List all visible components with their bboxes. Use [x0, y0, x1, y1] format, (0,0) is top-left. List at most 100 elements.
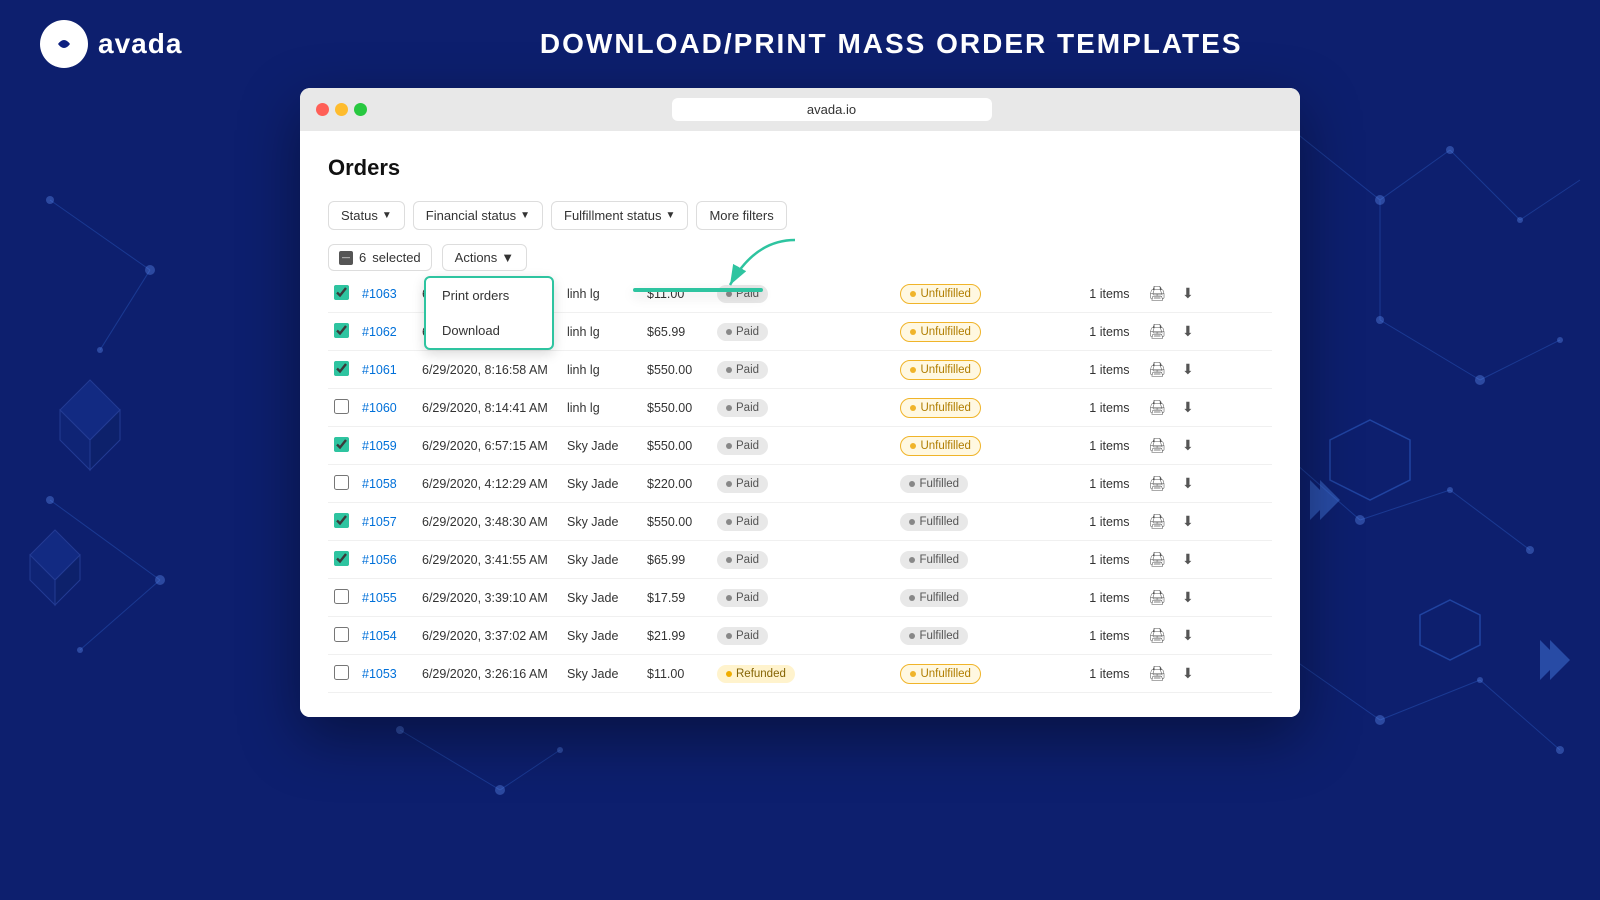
order-number[interactable]: #1062	[356, 313, 416, 351]
order-number[interactable]: #1055	[356, 579, 416, 617]
chevron-down-icon: ▼	[501, 250, 514, 265]
financial-status: Paid	[711, 389, 894, 427]
order-number[interactable]: #1060	[356, 389, 416, 427]
selected-count: 6	[359, 250, 366, 265]
order-checkbox[interactable]	[334, 437, 349, 452]
order-checkbox[interactable]	[334, 475, 349, 490]
order-number[interactable]: #1061	[356, 351, 416, 389]
print-order-button[interactable]: 🖨	[1144, 587, 1170, 608]
download-order-button[interactable]: ⬇	[1178, 511, 1198, 532]
order-amount: $11.00	[641, 655, 711, 693]
more-filters-button[interactable]: More filters	[696, 201, 786, 230]
order-checkbox[interactable]	[334, 361, 349, 376]
print-order-button[interactable]: 🖨	[1144, 397, 1170, 418]
download-item[interactable]: Download	[426, 313, 552, 348]
chevron-down-icon: ▼	[382, 210, 392, 221]
print-order-button[interactable]: 🖨	[1144, 283, 1170, 304]
row-actions: 🖨 ⬇	[1138, 503, 1272, 541]
items-count: 1 items	[1083, 465, 1138, 503]
table-row: #1056 6/29/2020, 3:41:55 AM Sky Jade $65…	[328, 541, 1272, 579]
minimize-button[interactable]	[335, 103, 348, 116]
items-count: 1 items	[1083, 427, 1138, 465]
arrow-annotation	[715, 230, 815, 300]
download-order-button[interactable]: ⬇	[1178, 587, 1198, 608]
download-order-button[interactable]: ⬇	[1178, 435, 1198, 456]
table-row: #1059 6/29/2020, 6:57:15 AM Sky Jade $55…	[328, 427, 1272, 465]
checkbox-cell	[328, 389, 356, 427]
print-orders-item[interactable]: Print orders	[426, 278, 552, 313]
items-count: 1 items	[1083, 313, 1138, 351]
order-checkbox[interactable]	[334, 665, 349, 680]
actions-button[interactable]: Actions ▼	[442, 244, 528, 271]
status-filter[interactable]: Status ▼	[328, 201, 405, 230]
order-checkbox[interactable]	[334, 513, 349, 528]
order-number[interactable]: #1057	[356, 503, 416, 541]
browser-content: Orders Status ▼ Financial status ▼ Fulfi…	[300, 131, 1300, 717]
row-actions: 🖨 ⬇	[1138, 655, 1272, 693]
checkbox-cell	[328, 579, 356, 617]
print-order-button[interactable]: 🖨	[1144, 663, 1170, 684]
order-checkbox[interactable]	[334, 399, 349, 414]
order-checkbox[interactable]	[334, 323, 349, 338]
order-number[interactable]: #1059	[356, 427, 416, 465]
order-amount: $550.00	[641, 427, 711, 465]
print-order-button[interactable]: 🖨	[1144, 549, 1170, 570]
checkbox-cell	[328, 541, 356, 579]
print-order-button[interactable]: 🖨	[1144, 435, 1170, 456]
traffic-lights	[316, 103, 367, 116]
checkbox-cell	[328, 275, 356, 313]
items-count: 1 items	[1083, 579, 1138, 617]
order-checkbox[interactable]	[334, 551, 349, 566]
financial-status: Paid	[711, 313, 894, 351]
table-row: #1058 6/29/2020, 4:12:29 AM Sky Jade $22…	[328, 465, 1272, 503]
print-order-button[interactable]: 🖨	[1144, 321, 1170, 342]
order-number[interactable]: #1053	[356, 655, 416, 693]
download-order-button[interactable]: ⬇	[1178, 549, 1198, 570]
download-order-button[interactable]: ⬇	[1178, 397, 1198, 418]
print-order-button[interactable]: 🖨	[1144, 511, 1170, 532]
order-number[interactable]: #1058	[356, 465, 416, 503]
download-order-button[interactable]: ⬇	[1178, 359, 1198, 380]
download-order-button[interactable]: ⬇	[1178, 473, 1198, 494]
order-customer: linh lg	[561, 275, 641, 313]
fulfillment-status: Unfulfilled	[894, 313, 1083, 351]
order-customer: Sky Jade	[561, 655, 641, 693]
financial-status: Paid	[711, 617, 894, 655]
fulfillment-status: Fulfilled	[894, 579, 1083, 617]
fulfillment-status: Fulfilled	[894, 617, 1083, 655]
order-checkbox[interactable]	[334, 285, 349, 300]
order-number[interactable]: #1056	[356, 541, 416, 579]
checkbox-cell	[328, 503, 356, 541]
row-actions: 🖨 ⬇	[1138, 541, 1272, 579]
order-customer: Sky Jade	[561, 579, 641, 617]
fulfillment-status: Unfulfilled	[894, 275, 1083, 313]
browser-chrome: avada.io	[300, 88, 1300, 131]
print-order-button[interactable]: 🖨	[1144, 625, 1170, 646]
order-checkbox[interactable]	[334, 589, 349, 604]
financial-status-filter[interactable]: Financial status ▼	[413, 201, 543, 230]
order-checkbox[interactable]	[334, 627, 349, 642]
items-count: 1 items	[1083, 617, 1138, 655]
indeterminate-checkbox-icon: —	[339, 251, 353, 265]
order-customer: Sky Jade	[561, 427, 641, 465]
order-date: 6/29/2020, 3:26:16 AM	[416, 655, 561, 693]
order-amount: $17.59	[641, 579, 711, 617]
print-order-button[interactable]: 🖨	[1144, 473, 1170, 494]
download-order-button[interactable]: ⬇	[1178, 625, 1198, 646]
order-customer: linh lg	[561, 389, 641, 427]
print-order-button[interactable]: 🖨	[1144, 359, 1170, 380]
order-date: 6/29/2020, 4:12:29 AM	[416, 465, 561, 503]
actions-dropdown	[633, 288, 763, 292]
address-bar[interactable]: avada.io	[672, 98, 992, 121]
download-order-button[interactable]: ⬇	[1178, 663, 1198, 684]
maximize-button[interactable]	[354, 103, 367, 116]
order-number[interactable]: #1063	[356, 275, 416, 313]
fulfillment-status: Unfulfilled	[894, 389, 1083, 427]
checkbox-cell	[328, 617, 356, 655]
download-order-button[interactable]: ⬇	[1178, 321, 1198, 342]
fulfillment-status-filter[interactable]: Fulfillment status ▼	[551, 201, 688, 230]
close-button[interactable]	[316, 103, 329, 116]
checkbox-cell	[328, 465, 356, 503]
order-number[interactable]: #1054	[356, 617, 416, 655]
download-order-button[interactable]: ⬇	[1178, 283, 1198, 304]
